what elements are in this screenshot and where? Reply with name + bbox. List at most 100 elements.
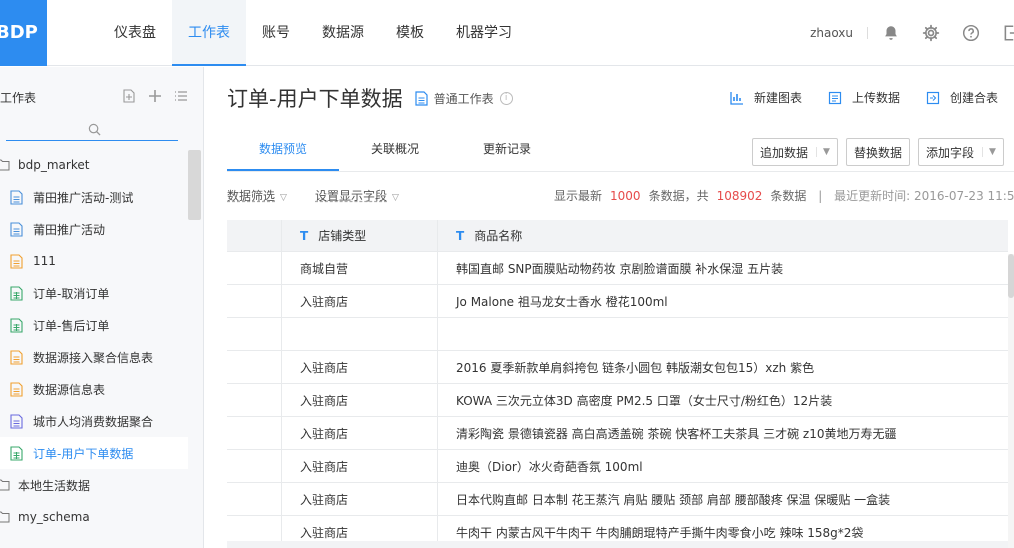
sheet-item[interactable]: 数据源接入聚合信息表 bbox=[0, 341, 188, 373]
chevron-down-icon[interactable]: ▼ bbox=[981, 147, 996, 157]
chevron-down-icon: ▽ bbox=[392, 193, 399, 203]
nav-worksheet[interactable]: 工作表 bbox=[172, 0, 246, 66]
table-cell bbox=[437, 318, 1008, 350]
sheet-item[interactable]: 订单-取消订单 bbox=[0, 277, 188, 309]
table-vertical-scrollbar[interactable] bbox=[1008, 254, 1014, 548]
row-index-cell bbox=[227, 285, 281, 317]
nav-template[interactable]: 模板 bbox=[380, 0, 440, 66]
display-fields-dropdown[interactable]: 设置显示字段 ▽ bbox=[315, 187, 399, 204]
sheet-icon bbox=[10, 445, 23, 461]
nav-account[interactable]: 账号 bbox=[246, 0, 306, 66]
table-cell: KOWA 三次元立体3D 高密度 PM2.5 口罩（女士尺寸/粉红色）12片装 bbox=[437, 384, 1008, 416]
sheet-item[interactable]: 数据源信息表 bbox=[0, 373, 188, 405]
sheet-icon bbox=[10, 253, 23, 269]
table-row[interactable]: 入驻商店 KOWA 三次元立体3D 高密度 PM2.5 口罩（女士尺寸/粉红色）… bbox=[227, 384, 1008, 417]
sheet-icon bbox=[10, 317, 23, 333]
nav-dashboard[interactable]: 仪表盘 bbox=[98, 0, 172, 66]
nav-datasource[interactable]: 数据源 bbox=[306, 0, 380, 66]
folder-item[interactable]: 本地生活数据 bbox=[0, 469, 188, 501]
app-logo[interactable]: BDP bbox=[0, 0, 47, 66]
tab-data-preview[interactable]: 数据预览 bbox=[227, 131, 339, 171]
sheet-type-icon bbox=[414, 90, 428, 106]
table-row[interactable]: 入驻商店 迪奥（Dior）冰火奇葩香氛 100ml bbox=[227, 450, 1008, 483]
nav-machine-learning[interactable]: 机器学习 bbox=[440, 0, 528, 66]
folder-icon bbox=[0, 511, 10, 523]
folder-icon bbox=[0, 479, 10, 491]
text-type-icon: T bbox=[456, 228, 465, 243]
sidebar-search-input[interactable] bbox=[6, 119, 178, 141]
row-index-header bbox=[227, 220, 281, 251]
upload-data-label: 上传数据 bbox=[851, 91, 900, 105]
row-index-cell bbox=[227, 450, 281, 482]
replace-data-button[interactable]: 替换数据 bbox=[845, 138, 910, 166]
folder-icon bbox=[0, 159, 10, 171]
filter-bar: 数据筛选 ▽ 设置显示字段 ▽ 显示最新 1000 条数据，共 108902 条数据 | 最… bbox=[227, 185, 1014, 205]
column-header-label: 商品名称 bbox=[474, 229, 523, 243]
append-data-button[interactable]: 追加数据 ▼ bbox=[752, 138, 838, 166]
sidebar: 工作表 bdp_market 莆田推广活动-测试 莆田推广活动 111 订单-取… bbox=[0, 67, 204, 548]
table-row[interactable] bbox=[227, 318, 1008, 351]
column-header[interactable]: T 商品名称 bbox=[437, 220, 1008, 251]
sidebar-scrollbar[interactable] bbox=[188, 150, 201, 220]
divider bbox=[867, 27, 868, 39]
folder-item[interactable]: bdp_market bbox=[0, 149, 188, 181]
sheet-label: 订单-取消订单 bbox=[33, 286, 110, 301]
folder-label: bdp_market bbox=[18, 158, 90, 172]
sheet-item[interactable]: 111 bbox=[0, 245, 188, 277]
info-icon[interactable]: i bbox=[499, 91, 513, 105]
sheet-item[interactable]: 莆田推广活动 bbox=[0, 213, 188, 245]
sheet-item-active[interactable]: 订单-用户下单数据 bbox=[0, 437, 188, 469]
scrollbar-thumb[interactable] bbox=[1008, 254, 1014, 298]
add-field-button[interactable]: 添加字段 ▼ bbox=[917, 138, 1004, 166]
upload-data-button[interactable]: 上传数据 bbox=[828, 89, 900, 106]
sheet-label: 数据源接入聚合信息表 bbox=[33, 350, 154, 365]
table-cell: Jo Malone 祖马龙女士香水 橙花100ml bbox=[437, 285, 1008, 317]
logout-icon[interactable] bbox=[1002, 24, 1014, 42]
folder-item[interactable]: my_schema bbox=[0, 501, 188, 533]
gear-icon[interactable] bbox=[922, 24, 940, 42]
create-join-button[interactable]: 创建合表 bbox=[926, 89, 998, 106]
table-cell: 迪奥（Dior）冰火奇葩香氛 100ml bbox=[437, 450, 1008, 482]
total-count: 108902 bbox=[716, 189, 763, 203]
new-chart-button[interactable]: 新建图表 bbox=[730, 89, 802, 106]
table-row[interactable]: 入驻商店 清彩陶瓷 景德镇瓷器 高白高透盖碗 茶碗 快客杯工夫茶具 三才碗 z1… bbox=[227, 417, 1008, 450]
sheet-item[interactable]: 莆田推广活动-测试 bbox=[0, 181, 188, 213]
new-chart-label: 新建图表 bbox=[753, 91, 802, 105]
add-icon[interactable] bbox=[148, 89, 162, 106]
import-icon[interactable] bbox=[122, 89, 136, 106]
username[interactable]: zhaoxu bbox=[810, 26, 853, 40]
display-fields-label: 设置显示字段 bbox=[315, 189, 388, 203]
row-index-cell bbox=[227, 384, 281, 416]
join-table-icon bbox=[926, 91, 940, 104]
sheet-item[interactable]: 城市人均消费数据聚合 bbox=[0, 405, 188, 437]
table-row[interactable]: 商城自营 韩国直邮 SNP面膜贴动物药妆 京剧脸谱面膜 补水保湿 五片装 bbox=[227, 252, 1008, 285]
bar-chart-icon bbox=[730, 91, 743, 105]
column-header[interactable]: T 店铺类型 bbox=[281, 220, 437, 251]
table-row[interactable]: 入驻商店 日本代购直邮 日本制 花王蒸汽 肩贴 腰贴 颈部 肩部 腰部酸疼 保温… bbox=[227, 483, 1008, 516]
data-filter-label: 数据筛选 bbox=[227, 189, 276, 203]
sheet-icon bbox=[10, 381, 23, 397]
tab-update-log[interactable]: 更新记录 bbox=[451, 131, 563, 171]
table-cell: 入驻商店 bbox=[281, 384, 437, 416]
row-index-cell bbox=[227, 351, 281, 383]
table-row[interactable]: 入驻商店 2016 夏季新款单肩斜挎包 链条小圆包 韩版潮女包包15）xzh 紫… bbox=[227, 351, 1008, 384]
tab-relations[interactable]: 关联概况 bbox=[339, 131, 451, 171]
help-circle-icon[interactable] bbox=[962, 24, 980, 42]
table-cell: 入驻商店 bbox=[281, 351, 437, 383]
sheet-label: 订单-用户下单数据 bbox=[33, 446, 134, 461]
top-navbar: BDP 仪表盘 工作表 账号 数据源 模板 机器学习 zhaoxu bbox=[0, 0, 1014, 66]
list-icon[interactable] bbox=[174, 89, 188, 106]
bell-icon[interactable] bbox=[882, 24, 900, 42]
row-index-cell bbox=[227, 483, 281, 515]
horizontal-scrollbar[interactable] bbox=[227, 541, 1008, 548]
last-updated: 最近更新时间: 2016-07-23 11:52:2 bbox=[834, 189, 1014, 203]
sheet-item[interactable]: 订单-售后订单 bbox=[0, 309, 188, 341]
folder-label: my_schema bbox=[18, 510, 90, 524]
data-table: T 店铺类型 T 商品名称 商城自营 韩国直邮 SNP面膜贴动物药妆 京剧脸谱面膜 … bbox=[227, 220, 1008, 548]
table-cell: 2016 夏季新款单肩斜挎包 链条小圆包 韩版潮女包包15）xzh 紫色 bbox=[437, 351, 1008, 383]
data-filter-dropdown[interactable]: 数据筛选 ▽ bbox=[227, 187, 287, 204]
chevron-down-icon[interactable]: ▼ bbox=[816, 147, 830, 157]
sheet-icon bbox=[10, 349, 23, 365]
sheet-label: 莆田推广活动-测试 bbox=[33, 190, 134, 205]
table-row[interactable]: 入驻商店 Jo Malone 祖马龙女士香水 橙花100ml bbox=[227, 285, 1008, 318]
